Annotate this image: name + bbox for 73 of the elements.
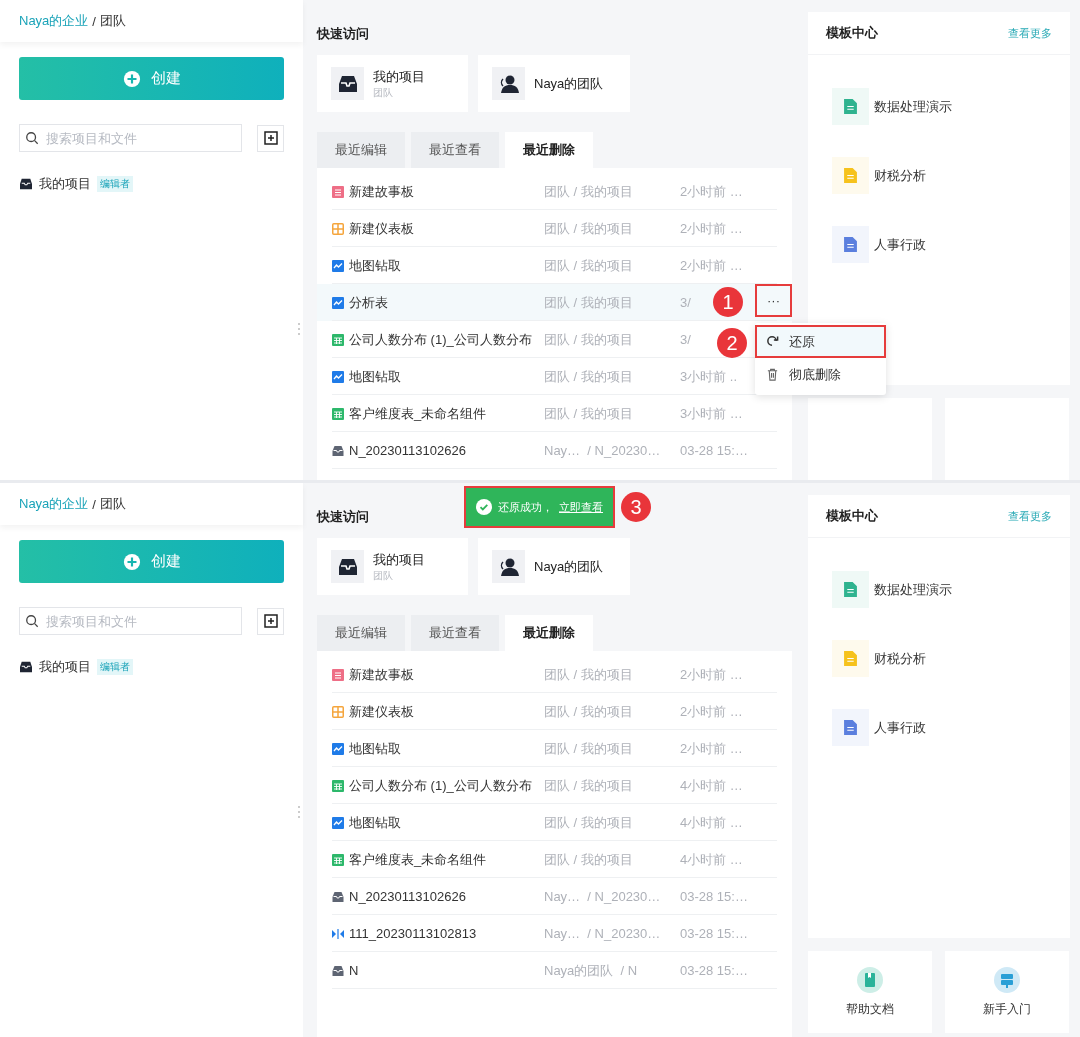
role-badge: 编辑者 [97,176,133,192]
role-badge: 编辑者 [97,659,133,675]
deleted-time: 03-28 15:… [680,963,748,978]
deleted-time: 3/ [680,332,691,347]
file-path: 团队 / 我的项目 [544,665,634,684]
file-name: 分析表 [349,293,388,312]
file-name: 地图钻取 [349,813,401,832]
deleted-time: 2小时前 … [680,219,743,238]
section-title: 快速访问 [317,508,369,526]
section-title: 模板中心 [826,24,878,42]
file-path: 团队 / 我的项目 [544,850,634,869]
deleted-time: 2小时前 … [680,256,743,275]
deleted-time: 03-28 15:… [680,926,748,941]
deleted-time: 03-28 15:… [680,889,748,904]
section-title: 模板中心 [826,507,878,525]
card-title: 我的项目 [373,67,425,86]
deleted-time: 3小时前 … [680,404,743,423]
file-path: 团队 / 我的项目 [544,182,634,201]
step-marker: 2 [717,328,747,358]
file-path: 团队 / 我的项目 [544,330,634,349]
file-name: 新建仪表板 [349,219,414,238]
file-path: 团队 / 我的项目 [544,219,634,238]
file-name: 客户维度表_未命名组件 [349,404,487,423]
card-title: 我的项目 [373,550,425,569]
file-path: 团队 / 我的项目 [544,702,634,721]
help-card-label: 新手入门 [983,1000,1031,1018]
deleted-time: 2小时前 … [680,739,743,758]
file-name: 公司人数分布 (1)_公司人数分布 [349,776,532,795]
file-name: 公司人数分布 (1)_公司人数分布 [349,330,532,349]
file-path: Nay… / N_20230… [544,889,662,904]
card-subtitle: 团队 [373,85,394,100]
file-path: Nay… / N_20230… [544,926,662,941]
breadcrumb-separator: / [92,496,96,512]
file-name: 客户维度表_未命名组件 [349,850,487,869]
file-name: 新建故事板 [349,182,414,201]
help-card-label: 帮助文档 [846,1000,894,1018]
step-marker: 3 [621,492,651,522]
breadcrumb-current: 团队 [100,495,126,513]
file-name: 地图钻取 [349,367,401,386]
file-name: N_20230113102626 [349,443,466,458]
section-title: 快速访问 [317,25,369,43]
file-name: 地图钻取 [349,739,401,758]
file-name: N [349,963,359,978]
deleted-time: 3/ [680,295,691,310]
file-path: 团队 / 我的项目 [544,739,634,758]
deleted-time: 4小时前 … [680,813,743,832]
file-path: 团队 / 我的项目 [544,293,634,312]
file-name: 111_20230113102813 [349,926,477,941]
file-path: 团队 / 我的项目 [544,256,634,275]
file-path: 团队 / 我的项目 [544,813,634,832]
file-name: N_20230113102626 [349,889,466,904]
deleted-time: 3小时前 .. [680,367,738,386]
card-title: Naya的团队 [534,74,604,93]
file-name: 地图钻取 [349,256,401,275]
file-path: 团队 / 我的项目 [544,404,634,423]
toast-message: 还原成功， [498,499,553,515]
deleted-time: 2小时前 … [680,182,743,201]
file-path: Nay… / N_20230… [544,443,662,458]
deleted-time: 03-28 15:… [680,443,748,458]
file-path: 团队 / 我的项目 [544,367,634,386]
file-name: 新建仪表板 [349,702,414,721]
deleted-time: 4小时前 … [680,776,743,795]
file-path: 团队 / 我的项目 [544,776,634,795]
breadcrumb-separator: / [92,13,96,29]
deleted-time: 2小时前 … [680,665,743,684]
card-title: Naya的团队 [534,557,604,576]
breadcrumb-current: 团队 [100,12,126,30]
deleted-time: 4小时前 … [680,850,743,869]
deleted-time: 2小时前 … [680,702,743,721]
file-path: Naya的团队 / N [544,961,639,980]
card-subtitle: 团队 [373,568,394,583]
file-name: 新建故事板 [349,665,414,684]
step-marker: 1 [713,287,743,317]
